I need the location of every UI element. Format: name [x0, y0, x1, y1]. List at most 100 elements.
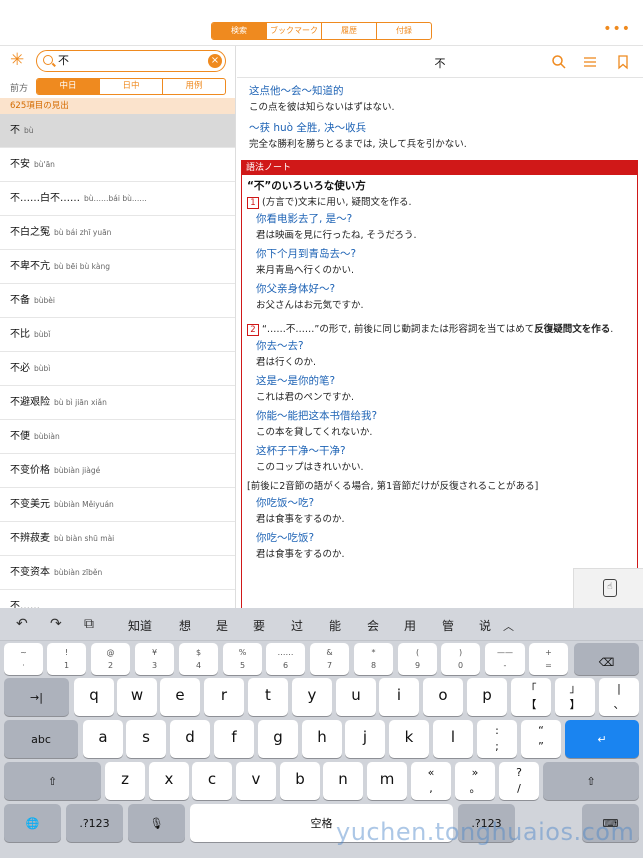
- candidate-word[interactable]: 想: [179, 617, 191, 634]
- letter-key[interactable]: u: [336, 678, 376, 716]
- number-key[interactable]: ~ ·: [4, 643, 43, 675]
- delete-key[interactable]: ⌫: [574, 643, 639, 675]
- result-row[interactable]: 不便 bùbiàn: [0, 420, 235, 454]
- candidate-word[interactable]: 过: [291, 617, 303, 634]
- letter-key[interactable]: o: [423, 678, 463, 716]
- symbol-key[interactable]: |、: [599, 678, 639, 716]
- number-key[interactable]: —— -: [485, 643, 525, 675]
- number-key[interactable]: & 7: [310, 643, 349, 675]
- search-icon[interactable]: [551, 54, 567, 70]
- result-row[interactable]: 不备 bùbèi: [0, 284, 235, 318]
- return-key[interactable]: ↵: [565, 720, 639, 758]
- tab-mode-zhja[interactable]: 中日: [37, 79, 99, 94]
- candidate-word[interactable]: 用: [404, 617, 416, 634]
- undo-icon[interactable]: ↶: [16, 616, 28, 632]
- example-zh[interactable]: ～获 huò 全胜, 决～收兵: [249, 120, 635, 137]
- result-row[interactable]: 不 bù: [0, 114, 235, 148]
- example-zh[interactable]: 你去～去?: [256, 338, 631, 355]
- list-icon[interactable]: [582, 54, 598, 70]
- shift-key[interactable]: ⇧: [543, 762, 639, 800]
- candidate-word[interactable]: 是: [216, 617, 228, 634]
- example-zh[interactable]: 你吃～吃饭?: [256, 530, 631, 547]
- letter-key[interactable]: f: [214, 720, 254, 758]
- symbol-key[interactable]: 」】: [555, 678, 595, 716]
- example-zh[interactable]: 你能～能把这本书借给我?: [256, 408, 631, 425]
- number-key[interactable]: * 8: [354, 643, 393, 675]
- number-key[interactable]: $4: [179, 643, 218, 675]
- result-row[interactable]: 不……白不…… bù……bái bù……: [0, 182, 235, 216]
- number-key[interactable]: …… 6: [266, 643, 305, 675]
- number-key[interactable]: ! 1: [47, 643, 86, 675]
- symbol-key[interactable]: “”: [521, 720, 561, 758]
- paste-icon[interactable]: ⧉: [84, 616, 94, 632]
- letter-key[interactable]: s: [126, 720, 166, 758]
- letter-key[interactable]: z: [105, 762, 145, 800]
- letter-key[interactable]: y: [292, 678, 332, 716]
- candidate-word[interactable]: 要: [253, 617, 265, 634]
- symbol-key[interactable]: :;: [477, 720, 517, 758]
- result-row[interactable]: 不……: [0, 590, 235, 608]
- letter-key[interactable]: x: [149, 762, 189, 800]
- tab-bookmarks[interactable]: ブックマーク: [266, 23, 321, 39]
- tab-mode-examples[interactable]: 用例: [162, 79, 225, 94]
- symbol-key[interactable]: «,: [411, 762, 451, 800]
- tab-history[interactable]: 履歴: [321, 23, 376, 39]
- more-icon[interactable]: •••: [603, 22, 631, 36]
- chevron-up-icon[interactable]: ︿: [503, 618, 514, 634]
- clear-icon[interactable]: ×: [208, 54, 222, 68]
- number-key[interactable]: (9: [398, 643, 437, 675]
- letter-key[interactable]: d: [170, 720, 210, 758]
- abc-key[interactable]: abc: [4, 720, 78, 758]
- number-key[interactable]: % 5: [223, 643, 262, 675]
- letter-key[interactable]: v: [236, 762, 276, 800]
- result-row[interactable]: 不卑不亢 bù bēi bù kàng: [0, 250, 235, 284]
- result-row[interactable]: 不辨菽麦 bù biàn shū mài: [0, 522, 235, 556]
- letter-key[interactable]: b: [280, 762, 320, 800]
- direction-label[interactable]: 前方: [10, 81, 28, 94]
- numbers-key[interactable]: .?123: [66, 804, 123, 842]
- letter-key[interactable]: q: [74, 678, 114, 716]
- redo-icon[interactable]: ↷: [50, 616, 62, 632]
- letter-key[interactable]: e: [160, 678, 200, 716]
- letter-key[interactable]: p: [467, 678, 507, 716]
- number-key[interactable]: ) 0: [441, 643, 480, 675]
- candidate-word[interactable]: 管: [442, 617, 454, 634]
- result-row[interactable]: 不变价格 bùbiàn jiàgé: [0, 454, 235, 488]
- letter-key[interactable]: c: [192, 762, 232, 800]
- symbol-key[interactable]: 「【: [511, 678, 551, 716]
- example-zh[interactable]: 这是～是你的笔?: [256, 373, 631, 390]
- pointer-toggle-button[interactable]: ☝: [573, 568, 643, 608]
- letter-key[interactable]: n: [323, 762, 363, 800]
- letter-key[interactable]: w: [117, 678, 157, 716]
- result-row[interactable]: 不比 bùbǐ: [0, 318, 235, 352]
- result-row[interactable]: 不变资本 bùbiàn zīběn: [0, 556, 235, 590]
- result-row[interactable]: 不必 bùbì: [0, 352, 235, 386]
- example-zh[interactable]: 这点他～会～知道的: [249, 83, 635, 100]
- globe-key[interactable]: 🌐: [4, 804, 61, 842]
- example-zh[interactable]: 这杯子干净～干净?: [256, 443, 631, 460]
- example-zh[interactable]: 你吃饭～吃?: [256, 495, 631, 512]
- asterisk-icon[interactable]: ✳: [10, 51, 24, 69]
- letter-key[interactable]: j: [345, 720, 385, 758]
- result-row[interactable]: 不安 bù'ān: [0, 148, 235, 182]
- number-key[interactable]: + =: [529, 643, 568, 675]
- letter-key[interactable]: m: [367, 762, 407, 800]
- candidate-word[interactable]: 知道: [128, 617, 152, 634]
- tab-search[interactable]: 検索: [212, 23, 266, 39]
- dictation-key[interactable]: 🎙: [128, 804, 185, 842]
- bookmark-icon[interactable]: [615, 54, 631, 70]
- symbol-key[interactable]: ? /: [499, 762, 539, 800]
- letter-key[interactable]: l: [433, 720, 473, 758]
- candidate-word[interactable]: 会: [367, 617, 379, 634]
- number-key[interactable]: @2: [91, 643, 130, 675]
- candidate-word[interactable]: 说: [479, 617, 491, 634]
- example-zh[interactable]: 你父亲身体好～?: [256, 281, 631, 298]
- number-key[interactable]: ¥3: [135, 643, 174, 675]
- tab-mode-jazh[interactable]: 日中: [99, 79, 162, 94]
- letter-key[interactable]: i: [379, 678, 419, 716]
- result-row[interactable]: 不白之冤 bù bái zhī yuān: [0, 216, 235, 250]
- result-row[interactable]: 不变美元 bùbiàn Měiyuán: [0, 488, 235, 522]
- example-zh[interactable]: 你看电影去了, 是～?: [256, 211, 631, 228]
- tab-key[interactable]: →|: [4, 678, 69, 716]
- letter-key[interactable]: r: [204, 678, 244, 716]
